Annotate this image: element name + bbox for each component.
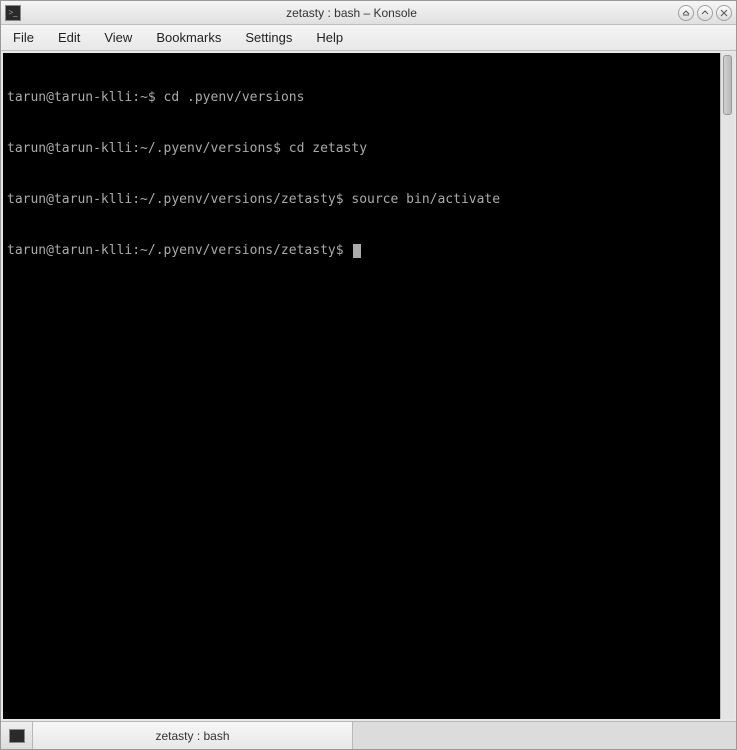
terminal-line: tarun@tarun-klli:~/.pyenv/versions/zetas… (7, 242, 716, 259)
minimize-button[interactable] (678, 5, 694, 21)
prompt: tarun@tarun-klli:~/.pyenv/versions$ (7, 141, 289, 156)
cursor (353, 244, 361, 258)
menu-edit[interactable]: Edit (46, 26, 92, 49)
menu-settings[interactable]: Settings (233, 26, 304, 49)
menu-bookmarks[interactable]: Bookmarks (144, 26, 233, 49)
menubar: File Edit View Bookmarks Settings Help (1, 25, 736, 51)
menu-help[interactable]: Help (304, 26, 355, 49)
prompt: tarun@tarun-klli:~/.pyenv/versions/zetas… (7, 243, 351, 258)
terminal-line: tarun@tarun-klli:~/.pyenv/versions/zetas… (7, 191, 716, 208)
menu-file[interactable]: File (7, 26, 46, 49)
close-button[interactable] (716, 5, 732, 21)
konsole-app-icon: >_ (5, 5, 21, 21)
prompt: tarun@tarun-klli:~/.pyenv/versions/zetas… (7, 192, 351, 207)
window-controls (678, 5, 732, 21)
command-text: cd zetasty (289, 141, 367, 156)
command-text: cd .pyenv/versions (164, 90, 305, 105)
menu-view[interactable]: View (92, 26, 144, 49)
terminal[interactable]: tarun@tarun-klli:~$ cd .pyenv/versions t… (3, 53, 720, 719)
tab-active[interactable]: zetasty : bash (33, 722, 353, 749)
terminal-line: tarun@tarun-klli:~$ cd .pyenv/versions (7, 89, 716, 106)
scrollbar-thumb[interactable] (723, 55, 732, 115)
tabbar: zetasty : bash (1, 721, 736, 749)
konsole-window: >_ zetasty : bash – Konsole File Edit Vi… (0, 0, 737, 750)
tabbar-empty (353, 722, 736, 749)
terminal-container: tarun@tarun-klli:~$ cd .pyenv/versions t… (1, 51, 736, 721)
new-tab-button[interactable] (1, 722, 33, 749)
command-text: source bin/activate (351, 192, 500, 207)
prompt: tarun@tarun-klli:~$ (7, 90, 164, 105)
maximize-button[interactable] (697, 5, 713, 21)
tab-label: zetasty : bash (155, 729, 229, 743)
terminal-icon (9, 729, 25, 743)
titlebar: >_ zetasty : bash – Konsole (1, 1, 736, 25)
terminal-line: tarun@tarun-klli:~/.pyenv/versions$ cd z… (7, 140, 716, 157)
window-title: zetasty : bash – Konsole (25, 6, 678, 20)
terminal-scrollbar[interactable] (720, 53, 734, 719)
